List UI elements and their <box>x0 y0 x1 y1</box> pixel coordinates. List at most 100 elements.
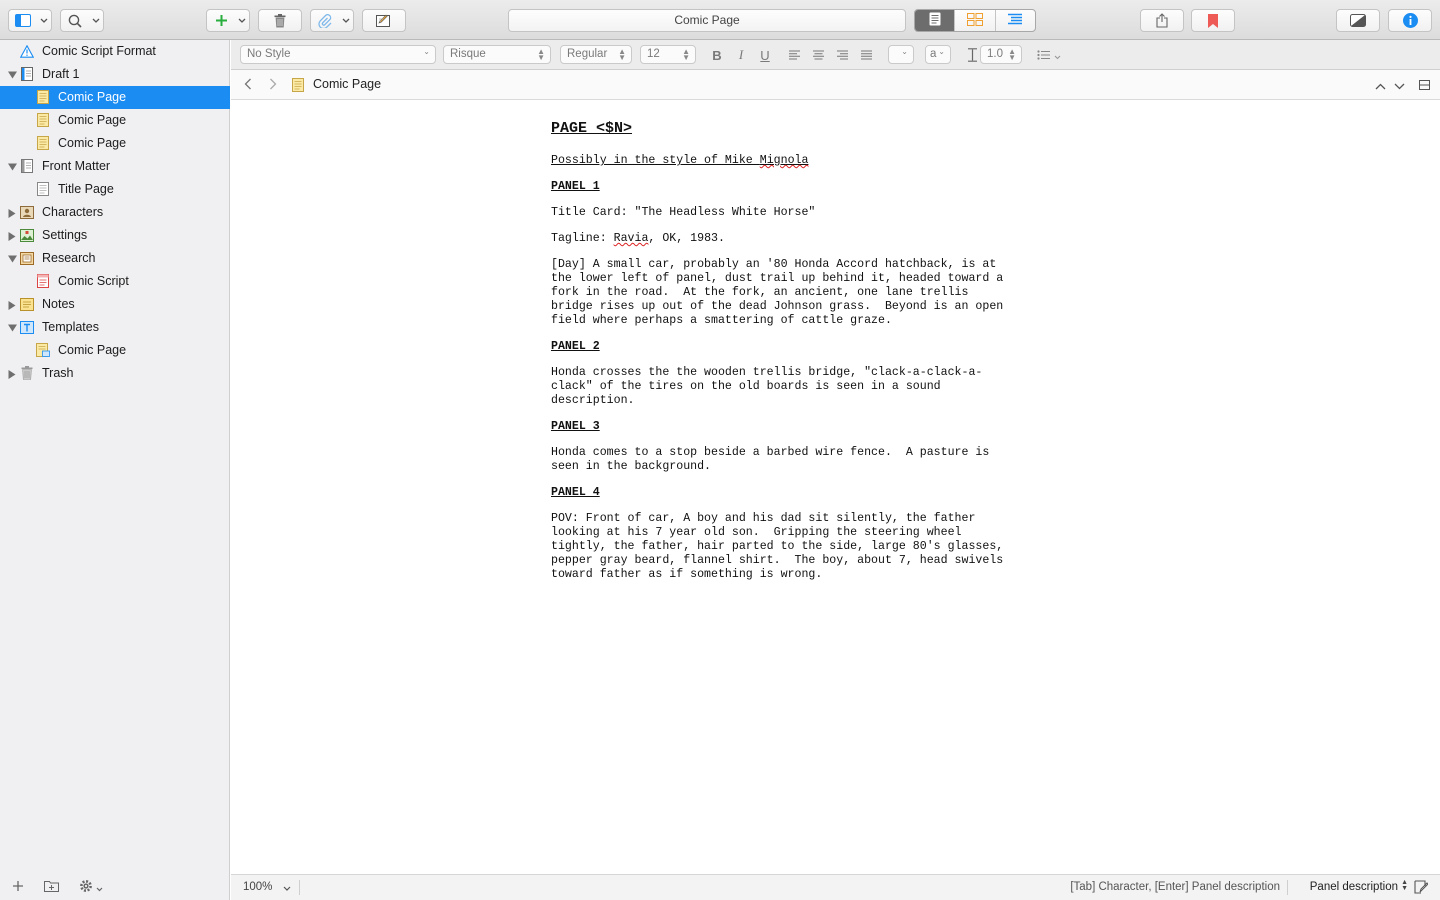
align-right-button[interactable] <box>835 48 849 62</box>
zoom-select[interactable]: 100% <box>243 881 272 893</box>
attach-button[interactable] <box>310 9 354 32</box>
panel-heading: PANEL 1 <box>551 180 600 193</box>
note-icon <box>1414 880 1429 897</box>
underline-button[interactable]: U <box>758 48 772 63</box>
script-icon <box>36 274 50 288</box>
split-editor-button[interactable] <box>1419 78 1430 92</box>
binder-item[interactable]: Comic Script <box>0 270 230 293</box>
font-size-field[interactable]: 12 ▲ ▼ <box>640 45 696 64</box>
binder-item[interactable]: Notes <box>0 293 230 316</box>
notes-icon <box>20 297 34 311</box>
binder-actions-button[interactable] <box>79 879 103 895</box>
binder-item[interactable]: Comic Script Format <box>0 40 230 63</box>
previous-document-button[interactable] <box>1375 78 1386 92</box>
quick-reference-button[interactable] <box>362 9 406 32</box>
binder-item-label: Title Page <box>58 182 114 196</box>
draft-folder-icon <box>20 67 34 81</box>
share-button[interactable] <box>1140 9 1184 32</box>
main-toolbar: Comic Page <box>0 0 1440 40</box>
disclosure-open-icon[interactable] <box>7 254 17 264</box>
highlight-color-select[interactable]: a ⌄ <box>925 45 951 64</box>
inspector-button[interactable] <box>1388 9 1432 32</box>
font-weight-select[interactable]: Regular ▲ ▼ <box>560 45 632 64</box>
corkboard-view-button[interactable] <box>954 10 994 31</box>
disclosure-closed-icon[interactable] <box>7 369 17 379</box>
binder-item[interactable]: Title Page <box>0 178 230 201</box>
editor-footer: 100% [Tab] Character, [Enter] Panel desc… <box>231 874 1440 900</box>
binder-item-label: Comic Page <box>58 90 127 104</box>
view-mode-segmented-control[interactable] <box>914 9 1036 32</box>
navigate-forward-button[interactable] <box>269 78 277 92</box>
disclosure-open-icon[interactable] <box>7 162 17 172</box>
binder-item-label: Settings <box>42 228 88 242</box>
line-spacing-field[interactable]: 1.0 ▲ ▼ <box>980 45 1022 64</box>
add-item-button[interactable] <box>12 879 24 895</box>
document-view-icon <box>929 12 941 29</box>
binder-item[interactable]: Settings <box>0 224 230 247</box>
chevron-up-icon <box>1375 78 1386 93</box>
chevron-down-icon <box>37 10 51 31</box>
text-editor[interactable]: PAGE <$N> Possibly in the style of Mike … <box>231 100 1440 874</box>
binder-item[interactable]: Comic Page <box>0 109 230 132</box>
list-style-button[interactable] <box>1036 48 1062 62</box>
add-folder-button[interactable] <box>44 879 59 895</box>
disclosure-closed-icon[interactable] <box>7 300 17 310</box>
binder-item[interactable]: Trash <box>0 362 230 385</box>
format-bar: No Style ⌄ Risque ▲ ▼ Regular ▲ ▼ 12 ▲ ▼ B I U … <box>231 40 1440 70</box>
text-color-select[interactable]: ⌄ <box>888 45 914 64</box>
share-icon <box>1156 13 1168 28</box>
disclosure-open-icon[interactable] <box>7 323 17 333</box>
document-icon <box>292 78 304 92</box>
chevron-down-icon <box>235 10 249 31</box>
binder-item[interactable]: Front Matter <box>0 155 230 178</box>
editor-header-bar: Comic Page <box>231 70 1440 100</box>
target-note-button[interactable] <box>1414 880 1429 897</box>
next-document-button[interactable] <box>1394 78 1405 92</box>
binder-item[interactable]: Templates <box>0 316 230 339</box>
binder-item[interactable]: Research <box>0 247 230 270</box>
navigate-back-button[interactable] <box>244 78 252 92</box>
outline-view-button[interactable] <box>994 10 1035 31</box>
stepper-arrows-icon[interactable]: ▲ ▼ <box>1401 879 1408 892</box>
trash-icon <box>20 366 34 380</box>
panel-description: POV: Front of car, A boy and his dad sit… <box>551 512 1004 581</box>
bookmark-button[interactable] <box>1191 9 1235 32</box>
document-view-button[interactable] <box>915 10 955 31</box>
binder-item[interactable]: Comic Page <box>0 86 230 109</box>
search-button[interactable] <box>60 9 104 32</box>
gear-icon <box>79 879 93 896</box>
bold-button[interactable]: B <box>710 48 724 63</box>
font-family-select[interactable]: Risque ▲ ▼ <box>443 45 551 64</box>
comic-script-text[interactable]: PAGE <$N> Possibly in the style of Mike … <box>551 121 1031 594</box>
composition-mode-button[interactable] <box>1336 9 1380 32</box>
panel-heading: PANEL 3 <box>551 420 600 433</box>
binder-item[interactable]: Comic Page <box>0 132 230 155</box>
disclosure-open-icon[interactable] <box>7 70 17 80</box>
disclosure-closed-icon[interactable] <box>7 208 17 218</box>
binder-item[interactable]: Draft 1 <box>0 63 230 86</box>
disclosure-closed-icon[interactable] <box>7 231 17 241</box>
align-center-button[interactable] <box>811 48 825 62</box>
split-view-icon <box>1419 78 1430 93</box>
divider <box>1287 880 1288 895</box>
paragraph-style-select[interactable]: No Style ⌄ <box>240 45 436 64</box>
align-justify-button[interactable] <box>859 48 873 62</box>
chevron-down-icon <box>89 10 103 31</box>
align-left-button[interactable] <box>787 48 801 62</box>
chevron-down-icon[interactable] <box>283 882 291 894</box>
script-element-select[interactable]: Panel description <box>1310 881 1398 893</box>
document-icon <box>36 90 50 104</box>
align-justify-icon <box>860 48 873 63</box>
binder-toggle-button[interactable] <box>8 9 52 32</box>
add-document-button[interactable] <box>206 9 250 32</box>
editor-document-title[interactable]: Comic Page <box>313 77 381 91</box>
binder-item[interactable]: Comic Page <box>0 339 230 362</box>
chevron-right-icon <box>269 78 277 93</box>
binder-sidebar: Comic Script Format Draft 1 Comic Page Comi… <box>0 40 230 900</box>
binder-item[interactable]: Characters <box>0 201 230 224</box>
characters-icon <box>20 205 34 219</box>
italic-button[interactable]: I <box>734 47 748 62</box>
move-to-trash-button[interactable] <box>258 9 302 32</box>
document-title-field[interactable]: Comic Page <box>508 9 906 32</box>
binder-item-label: Trash <box>42 366 74 380</box>
